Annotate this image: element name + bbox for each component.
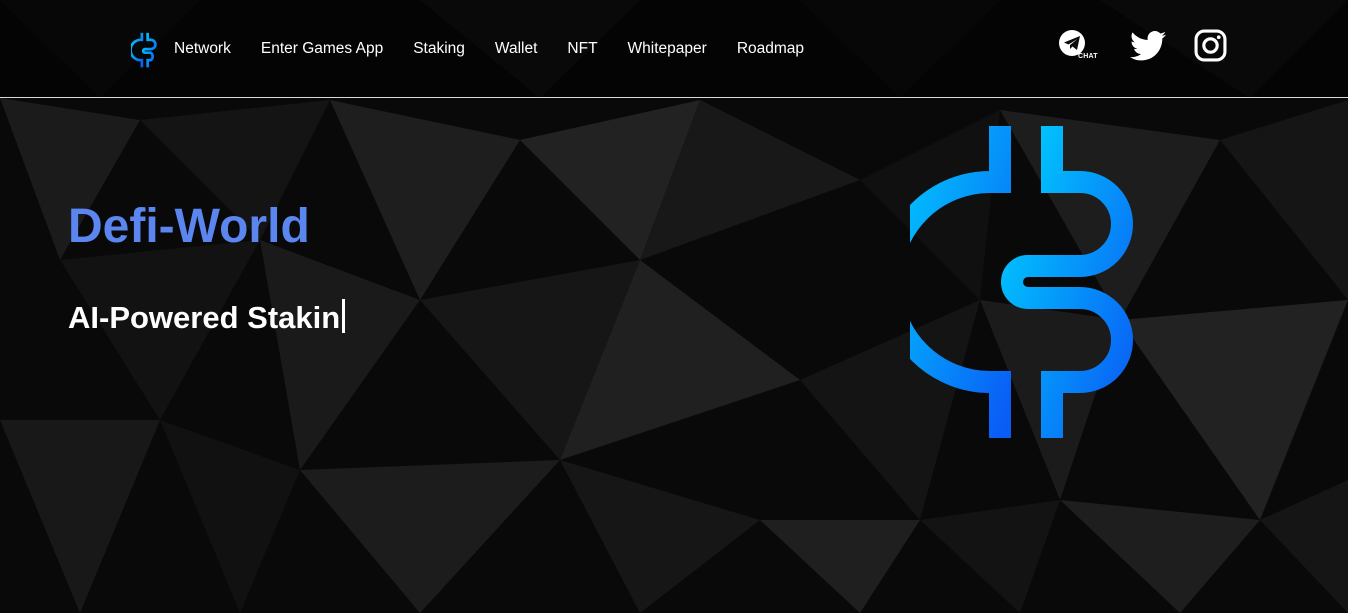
nav-roadmap[interactable]: Roadmap bbox=[737, 38, 804, 60]
nav-nft[interactable]: NFT bbox=[567, 38, 597, 60]
hero-title: Defi-World bbox=[68, 200, 310, 253]
nav-enter-games-app[interactable]: Enter Games App bbox=[261, 38, 383, 60]
hero-subtitle: AI-Powered Stakin bbox=[68, 298, 346, 338]
nav-whitepaper[interactable]: Whitepaper bbox=[628, 38, 707, 60]
telegram-chat-label: CHAT bbox=[1078, 53, 1098, 60]
brand-logo-icon[interactable] bbox=[131, 32, 159, 68]
hero-subtitle-text: AI-Powered Stakin bbox=[68, 300, 341, 335]
nav-wallet[interactable]: Wallet bbox=[495, 38, 538, 60]
instagram-icon[interactable] bbox=[1194, 29, 1227, 62]
top-navbar: Network Enter Games App Staking Wallet N… bbox=[0, 0, 1348, 98]
nav-staking[interactable]: Staking bbox=[413, 38, 465, 60]
hero-logo-icon bbox=[910, 126, 1133, 438]
typing-cursor bbox=[342, 299, 346, 333]
twitter-icon[interactable] bbox=[1130, 30, 1166, 62]
main-nav: Network Enter Games App Staking Wallet N… bbox=[174, 38, 804, 60]
nav-network[interactable]: Network bbox=[174, 38, 231, 60]
